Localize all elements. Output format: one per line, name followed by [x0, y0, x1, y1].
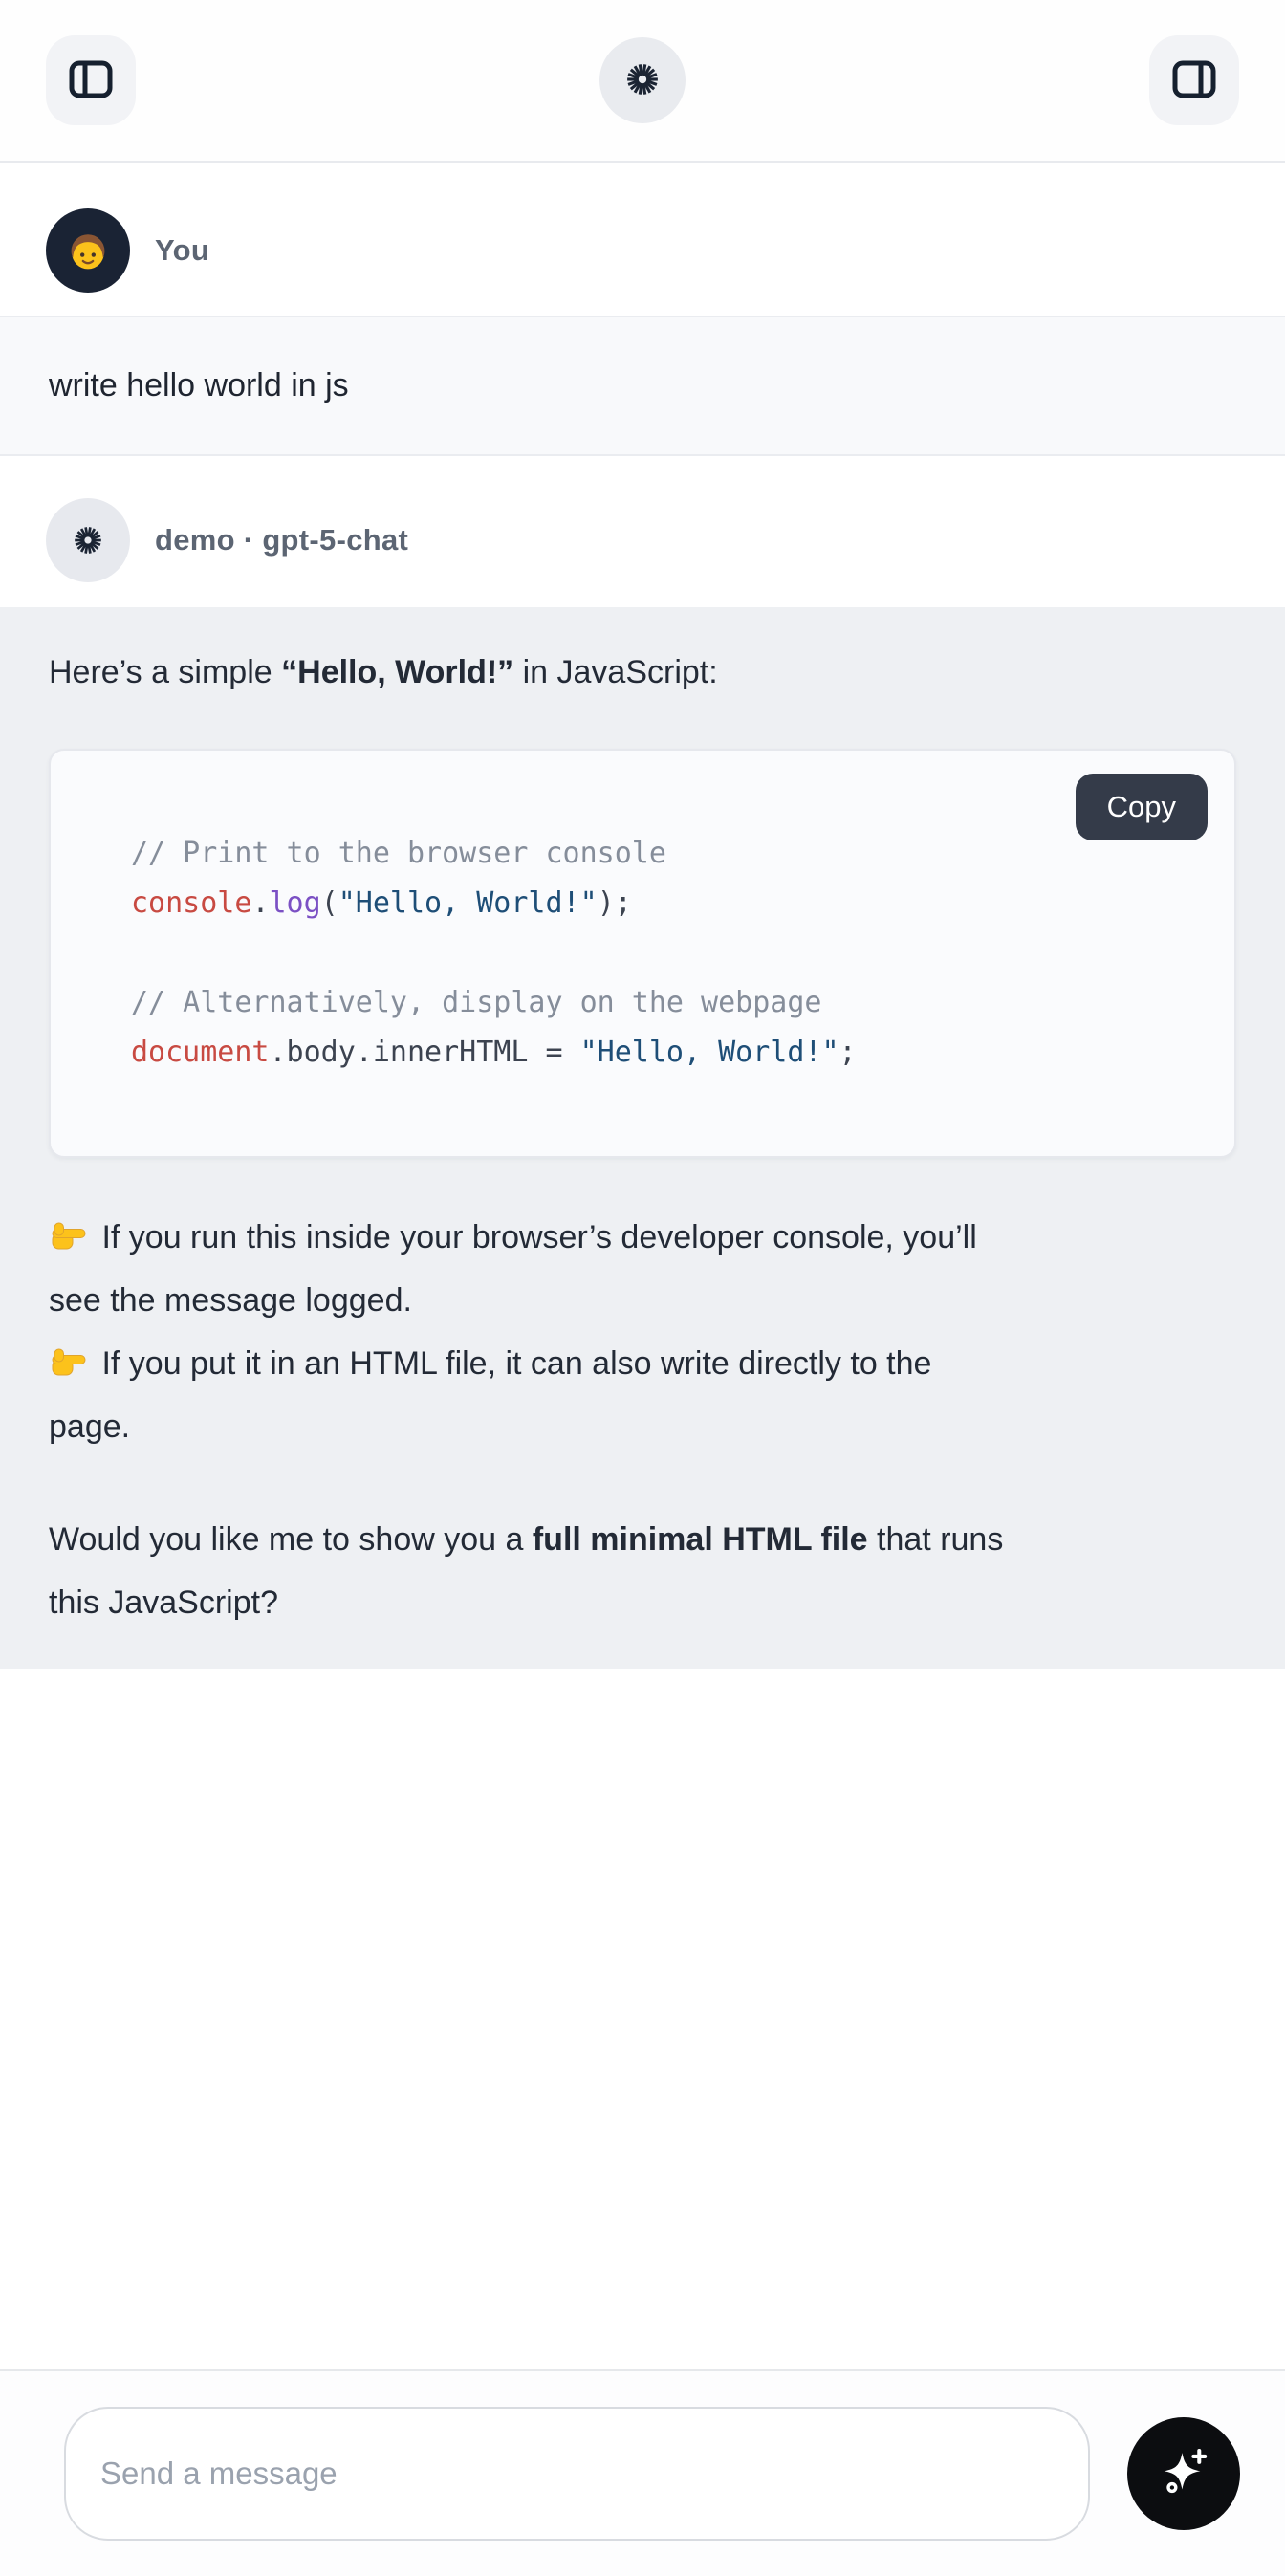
person-emoji-icon	[58, 221, 118, 280]
code-line: document.body.innerHTML = "Hello, World!…	[131, 1028, 1196, 1078]
panel-left-icon	[66, 55, 116, 107]
assistant-sender-row: demo · gpt-5-chat	[0, 456, 1285, 607]
sidebar-toggle-button[interactable]	[46, 35, 136, 125]
send-button[interactable]	[1127, 2417, 1240, 2530]
code-content: // Print to the browser consoleconsole.l…	[131, 829, 1196, 1078]
pointing-right-emoji	[49, 1212, 89, 1251]
pointing-right-emoji	[49, 1339, 89, 1377]
starburst-icon	[69, 521, 107, 559]
code-line: // Print to the browser console	[131, 829, 1196, 879]
assistant-avatar	[46, 498, 130, 582]
code-line	[131, 928, 1196, 978]
assistant-notes: If you run this inside your browser’s de…	[49, 1206, 1236, 1458]
assistant-question: Would you like me to show you a full min…	[49, 1508, 1236, 1634]
user-avatar	[46, 208, 130, 293]
ai-sparkle-icon	[1154, 2443, 1213, 2505]
panel-right-icon	[1169, 55, 1219, 107]
panel-right-button[interactable]	[1149, 35, 1239, 125]
chat-scroll-area[interactable]: You write hello world in js demo · gpt-5…	[0, 163, 1285, 1669]
code-block: Copy // Print to the browser consolecons…	[49, 749, 1236, 1158]
starburst-icon	[621, 57, 664, 104]
app-header	[0, 0, 1285, 163]
assistant-message: demo · gpt-5-chat Here’s a simple “Hello…	[0, 456, 1285, 1669]
copy-button[interactable]: Copy	[1076, 774, 1208, 840]
composer	[0, 2369, 1285, 2576]
message-input[interactable]	[64, 2407, 1090, 2541]
user-message-text: write hello world in js	[0, 316, 1285, 456]
user-sender-row: You	[0, 163, 1285, 316]
assistant-sender-label: demo · gpt-5-chat	[155, 523, 408, 557]
model-button[interactable]	[599, 37, 686, 123]
user-sender-label: You	[155, 233, 209, 268]
assistant-intro: Here’s a simple “Hello, World!” in JavaS…	[49, 647, 1236, 697]
assistant-message-body: Here’s a simple “Hello, World!” in JavaS…	[0, 607, 1285, 1669]
app-screen: You write hello world in js demo · gpt-5…	[0, 0, 1285, 2576]
code-line: // Alternatively, display on the webpage	[131, 978, 1196, 1028]
code-line: console.log("Hello, World!");	[131, 879, 1196, 928]
user-message: You write hello world in js	[0, 163, 1285, 456]
